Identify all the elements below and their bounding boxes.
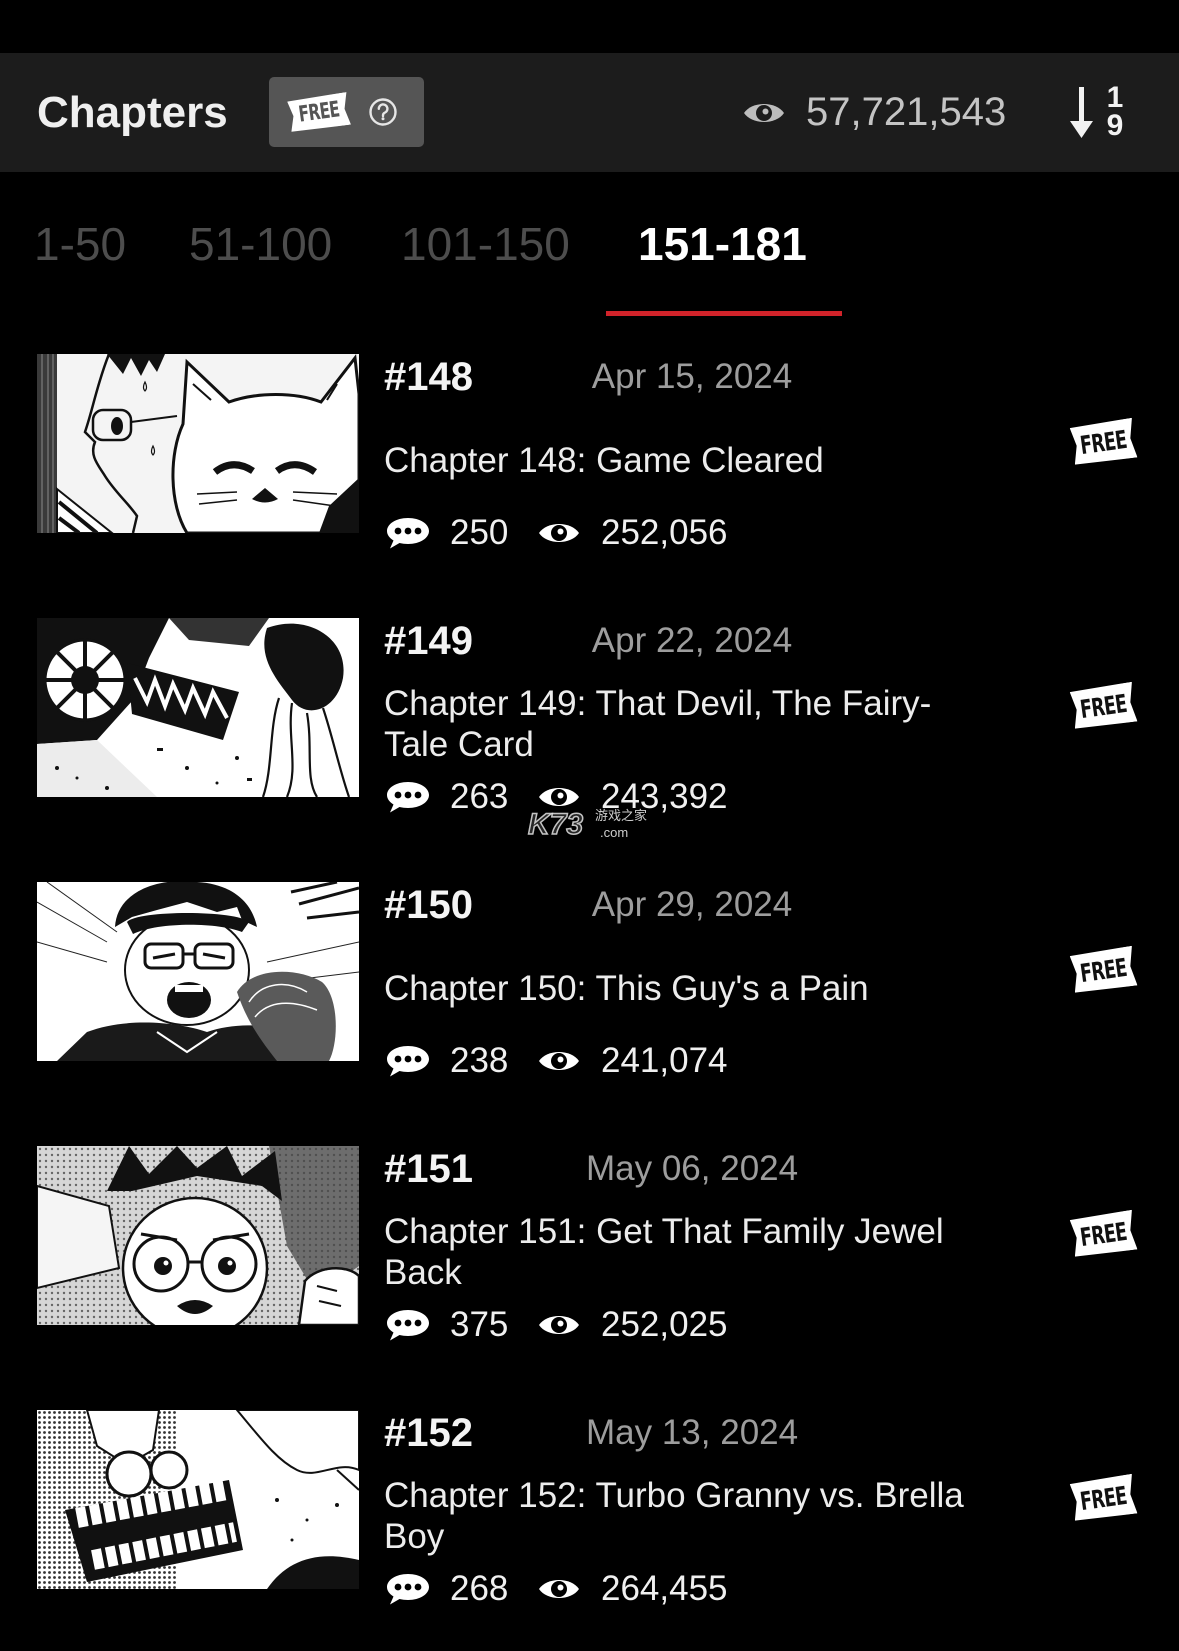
view-count: 241,074 [601,1041,728,1080]
chapter-title: Chapter 148: Game Cleared [384,440,824,480]
chapter-row[interactable]: #152 May 13, 2024 Chapter 152: Turbo Gra… [0,1410,1179,1620]
comment-bubble-icon [385,516,431,550]
chapter-number: #151 [384,1147,473,1191]
chapter-title-area: Chapter 150: This Guy's a Pain [384,932,984,1044]
tab-151-181[interactable]: 151-181 [638,214,807,274]
arrow-down-icon [1068,86,1095,139]
free-badge-label: FREE [1078,952,1129,988]
chapter-title: Chapter 150: This Guy's a Pain [384,968,869,1008]
tab-51-100[interactable]: 51-100 [189,214,332,274]
chapter-thumbnail[interactable] [37,618,359,797]
comment-count: 375 [450,1305,509,1344]
chapter-title-area: Chapter 151: Get That Family Jewel Back [384,1196,984,1308]
chapters-header: Chapters FREE 57,721,543 1 9 [0,53,1179,172]
chapter-title: Chapter 151: Get That Family Jewel Back [384,1212,944,1292]
chapter-date: Apr 22, 2024 [591,621,793,660]
watermark-domain: .com [600,825,629,840]
comment-bubble-icon [385,1308,431,1342]
sort-order-button[interactable]: 1 9 [1068,83,1128,143]
chapter-number: #149 [384,619,473,663]
chapter-title-area: Chapter 148: Game Cleared [384,404,984,516]
chapter-thumbnail[interactable] [37,1410,359,1589]
chapter-number: #150 [384,883,473,927]
chapter-row[interactable]: #151 May 06, 2024 Chapter 151: Get That … [0,1146,1179,1356]
question-circle-icon [368,97,398,127]
free-stamp-label: FREE [297,97,341,128]
free-badge: FREE [1070,946,1138,994]
active-tab-indicator [606,311,842,316]
free-badge-label: FREE [1078,688,1129,724]
chapter-thumbnail[interactable] [37,882,359,1061]
comment-count: 263 [450,777,509,816]
chapter-number: #152 [384,1411,473,1455]
chapter-number: #148 [384,355,473,399]
chapter-date: May 13, 2024 [586,1413,799,1452]
chapter-row[interactable]: #150 Apr 29, 2024 Chapter 150: This Guy'… [0,882,1179,1092]
eye-icon [537,1574,581,1604]
chapter-date: Apr 29, 2024 [591,885,793,924]
free-badge: FREE [1070,682,1138,730]
eye-icon [537,1310,581,1340]
free-badge: FREE [1070,1474,1138,1522]
free-badge: FREE [1070,418,1138,466]
comment-count: 268 [450,1569,509,1608]
chapter-row[interactable]: #149 Apr 22, 2024 Chapter 149: That Devi… [0,618,1179,828]
chapter-thumbnail[interactable] [37,1146,359,1325]
view-count: 252,056 [601,513,728,552]
total-views: 57,721,543 [806,90,1007,134]
free-badge-label: FREE [1078,424,1129,460]
eye-icon [742,98,786,128]
eye-icon [537,518,581,548]
chapter-row[interactable]: #148 Apr 15, 2024 Chapter 148: Game Clea… [0,354,1179,564]
free-badge-label: FREE [1078,1216,1129,1252]
chapter-title-area: Chapter 152: Turbo Granny vs. Brella Boy [384,1460,984,1572]
comment-bubble-icon [385,780,431,814]
comment-count: 250 [450,513,509,552]
free-badge-label: FREE [1078,1480,1129,1516]
eye-icon [537,782,581,812]
free-info-button[interactable]: FREE [269,77,424,147]
view-count: 243,392 [601,777,728,816]
chapter-date: May 06, 2024 [586,1149,799,1188]
sort-digit-bottom: 9 [1106,109,1124,142]
tab-1-50[interactable]: 1-50 [34,214,126,274]
tab-101-150[interactable]: 101-150 [401,214,570,274]
free-badge: FREE [1070,1210,1138,1258]
eye-icon [537,1046,581,1076]
chapter-date: Apr 15, 2024 [591,357,793,396]
chapter-title-area: Chapter 149: That Devil, The Fairy-Tale … [384,668,984,780]
chapter-title: Chapter 152: Turbo Granny vs. Brella Boy [384,1476,964,1556]
page-title: Chapters [37,88,228,137]
comment-bubble-icon [385,1044,431,1078]
view-count: 252,025 [601,1305,728,1344]
comment-count: 238 [450,1041,509,1080]
chapter-title: Chapter 149: That Devil, The Fairy-Tale … [384,684,932,764]
free-stamp-icon: FREE [287,92,351,133]
view-count: 264,455 [601,1569,728,1608]
comment-bubble-icon [385,1572,431,1606]
chapter-thumbnail[interactable] [37,354,359,533]
